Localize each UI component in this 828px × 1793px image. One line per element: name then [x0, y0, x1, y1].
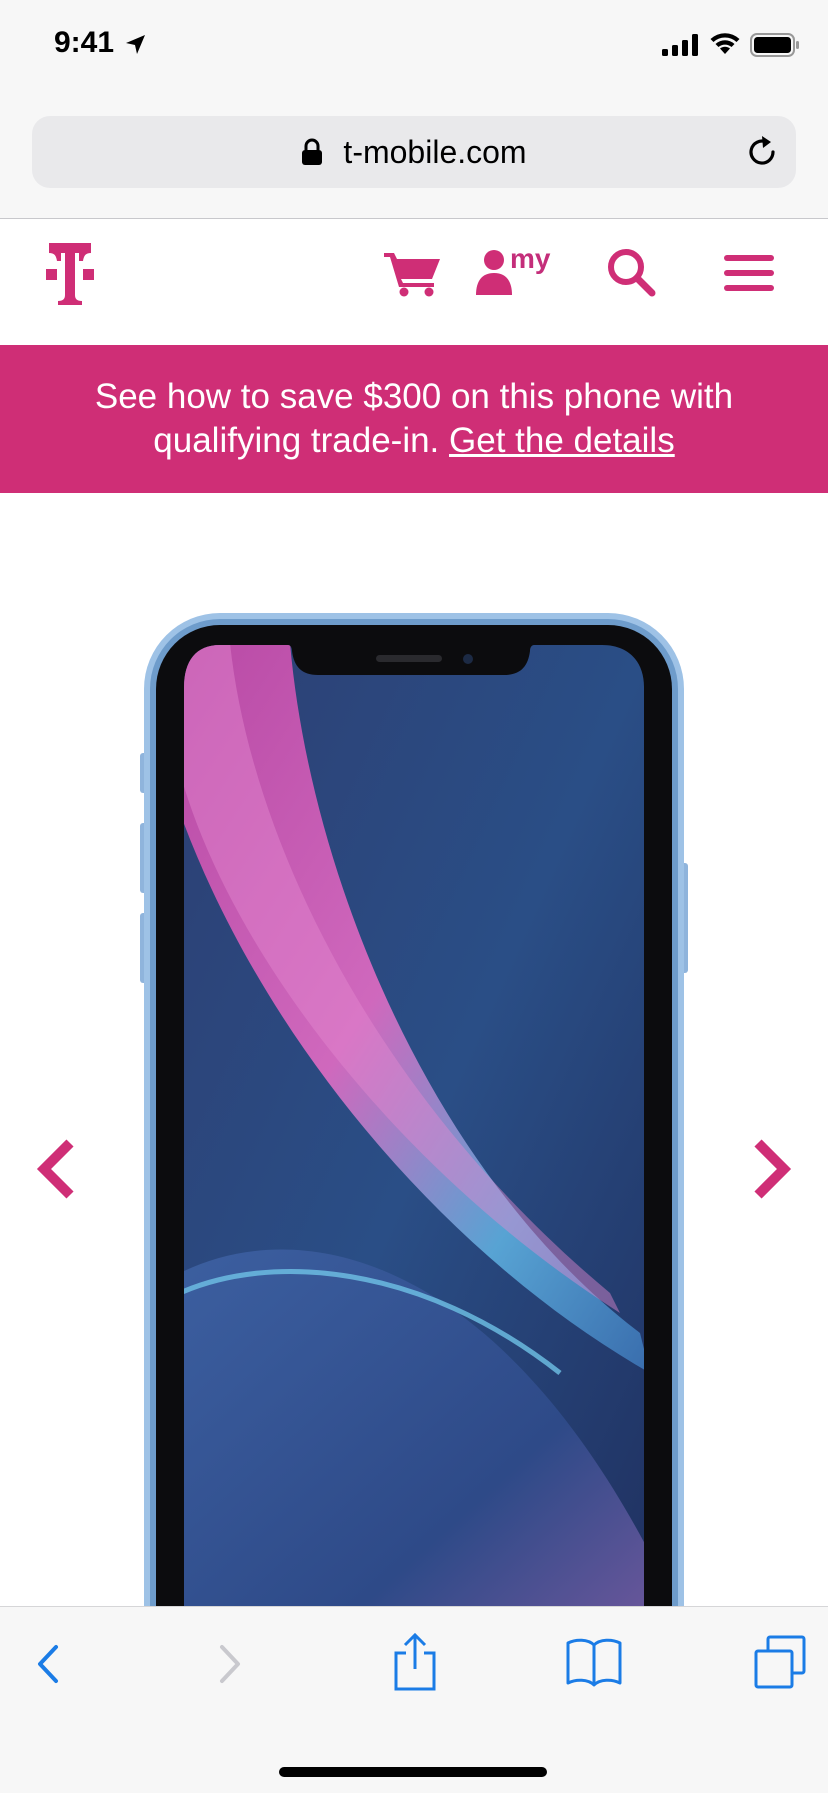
chevron-left-icon[interactable] — [34, 1139, 78, 1199]
search-icon[interactable] — [606, 247, 656, 297]
cellular-signal-icon — [662, 34, 698, 56]
url-text: t-mobile.com — [343, 133, 527, 170]
chevron-right-icon[interactable] — [750, 1139, 794, 1199]
site-header: my — [0, 219, 828, 345]
browser-toolbar — [0, 1606, 828, 1793]
browser-chrome: 9:41 t-mobile.com — [0, 0, 828, 219]
phone-product-image — [140, 613, 688, 1606]
lock-icon — [302, 138, 323, 165]
t-mobile-logo[interactable] — [46, 243, 94, 305]
person-icon — [476, 250, 512, 295]
promo-banner: See how to save $300 on this phone with … — [0, 345, 828, 493]
product-gallery — [0, 493, 828, 1606]
share-icon[interactable] — [392, 1633, 438, 1691]
reload-icon[interactable] — [744, 134, 780, 170]
promo-details-link[interactable]: Get the details — [449, 421, 675, 460]
status-time: 9:41 — [54, 26, 115, 59]
address-bar[interactable]: t-mobile.com — [32, 116, 796, 188]
wifi-icon — [710, 33, 740, 54]
status-bar: 9:41 — [0, 0, 828, 90]
cart-icon[interactable] — [384, 249, 440, 297]
location-arrow-icon — [126, 35, 145, 54]
my-account-button[interactable]: my — [476, 243, 556, 297]
bookmarks-icon[interactable] — [566, 1637, 622, 1687]
back-icon[interactable] — [34, 1641, 62, 1687]
menu-icon[interactable] — [724, 253, 774, 293]
forward-icon[interactable] — [216, 1641, 244, 1687]
home-indicator[interactable] — [279, 1767, 547, 1777]
my-account-label: my — [510, 243, 551, 274]
battery-icon — [750, 33, 799, 57]
tabs-icon[interactable] — [754, 1635, 806, 1689]
